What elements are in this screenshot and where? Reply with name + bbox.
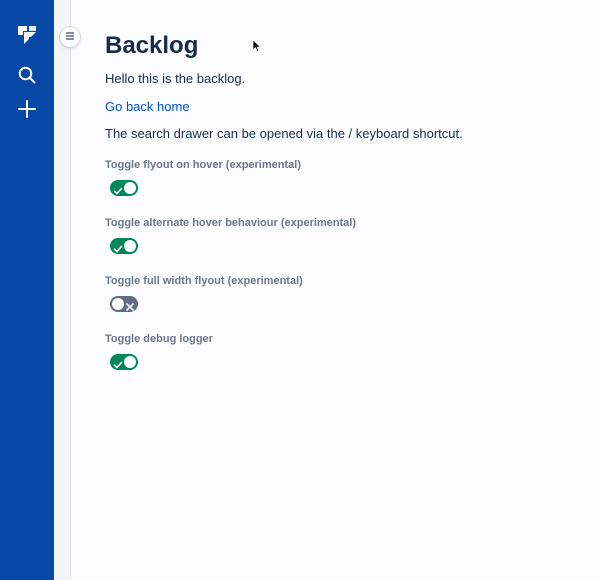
create-plus-icon — [17, 99, 37, 124]
expand-sidebar-button[interactable] — [60, 27, 80, 47]
search-button[interactable] — [11, 61, 43, 93]
page-title: Backlog — [105, 32, 199, 59]
search-icon — [17, 65, 37, 90]
check-icon — [113, 241, 123, 253]
toggle-knob — [112, 298, 124, 310]
toggle-debug-logger-switch[interactable] — [110, 354, 138, 370]
toggle-knob — [124, 182, 136, 194]
mouse-cursor-icon — [252, 39, 262, 53]
global-navigation — [0, 0, 54, 580]
intro-text: Hello this is the backlog. — [105, 71, 246, 86]
toggle-debug-logger-label: Toggle debug logger — [105, 333, 213, 345]
toggle-alternate-hover-label: Toggle alternate hover behaviour (experi… — [105, 217, 357, 229]
main-content: Backlog Hello this is the backlog. Go ba… — [71, 0, 600, 580]
product-navigation-collapsed — [54, 0, 71, 580]
toggle-flyout-hover-label: Toggle flyout on hover (experimental) — [105, 159, 301, 171]
cross-icon — [125, 299, 135, 311]
toggle-knob — [124, 356, 136, 368]
toggle-knob — [124, 240, 136, 252]
app-window: Backlog Hello this is the backlog. Go ba… — [0, 0, 600, 580]
check-icon — [113, 183, 123, 195]
jira-logo-button[interactable] — [11, 21, 43, 53]
menu-icon — [65, 28, 75, 46]
shortcut-hint-text: The search drawer can be opened via the … — [105, 126, 463, 141]
go-back-home-link[interactable]: Go back home — [105, 99, 190, 115]
jira-logo-icon — [15, 23, 39, 52]
create-button[interactable] — [11, 95, 43, 127]
check-icon — [113, 357, 123, 369]
toggle-full-width-flyout-switch[interactable] — [110, 296, 138, 312]
toggle-full-width-flyout-label: Toggle full width flyout (experimental) — [105, 275, 303, 287]
toggle-alternate-hover-switch[interactable] — [110, 238, 138, 254]
toggle-flyout-hover-switch[interactable] — [110, 180, 138, 196]
